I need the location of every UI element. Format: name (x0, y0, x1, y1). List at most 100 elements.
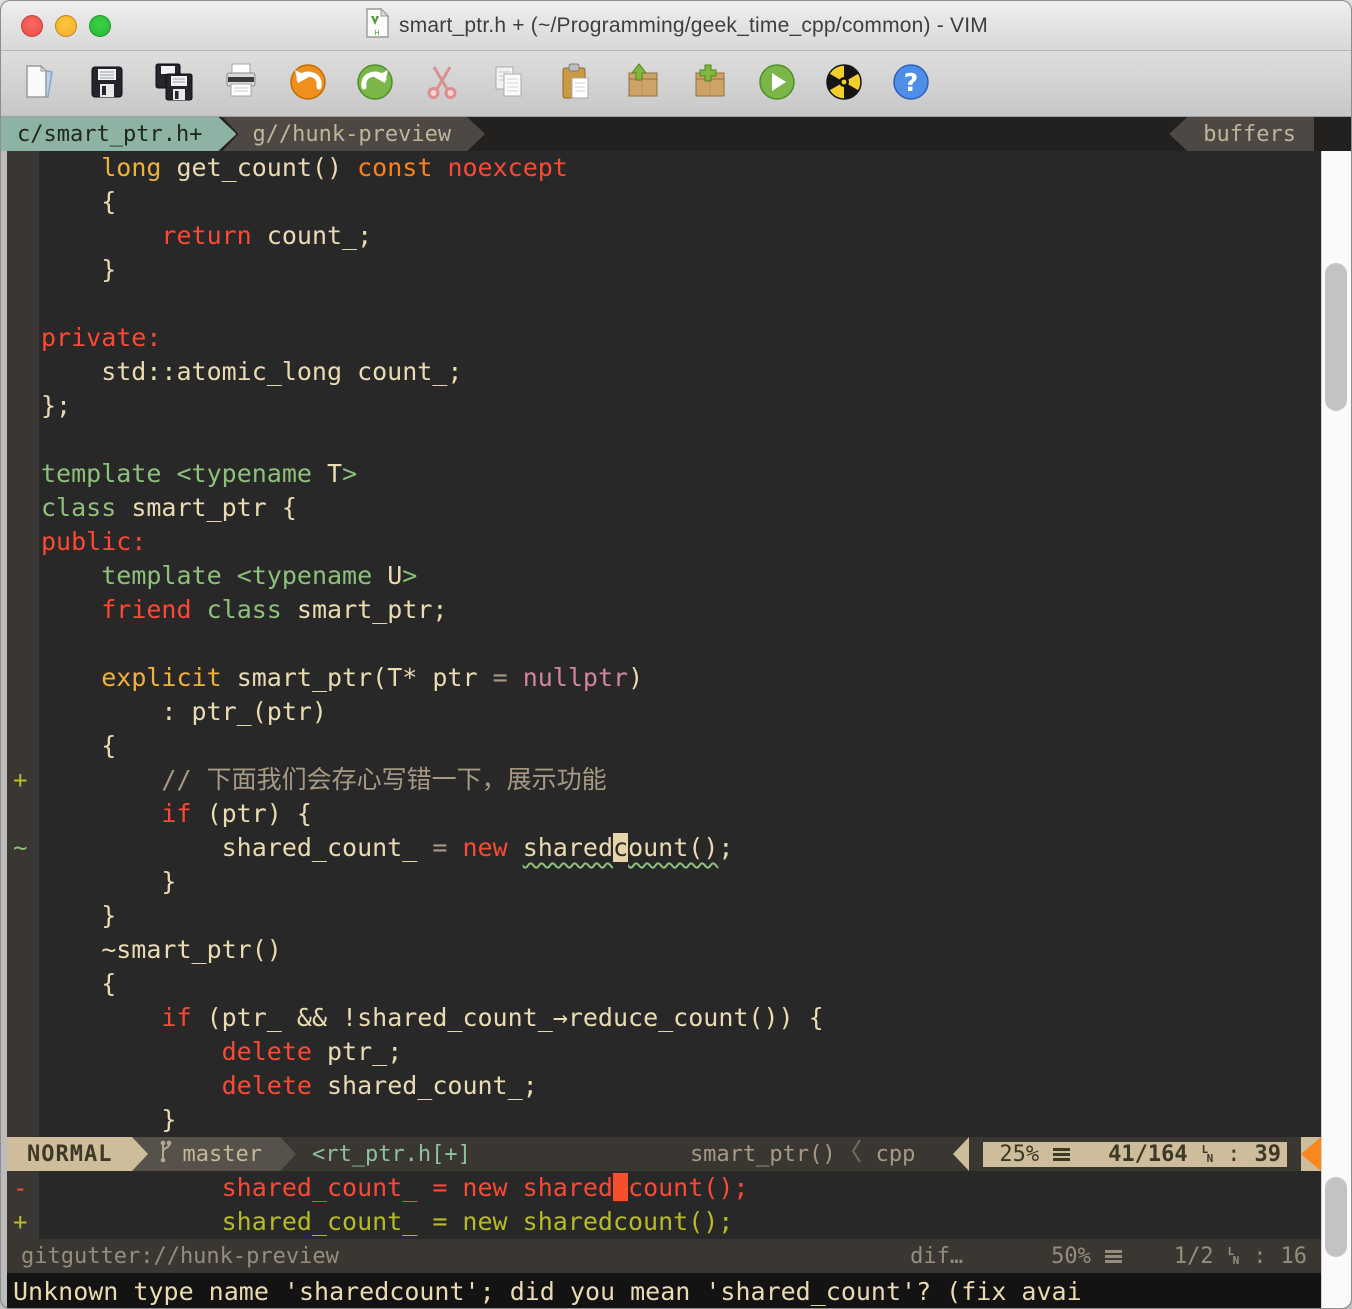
redo-button[interactable] (352, 60, 398, 108)
gutter-sign (7, 151, 39, 185)
column-number: 39 (1255, 1142, 1282, 1167)
code-line: delete shared_count_; (7, 1069, 1321, 1103)
vim-body: long get_count() const noexcept { return… (1, 151, 1351, 1309)
gutter-sign (7, 899, 39, 933)
gutter-sign (7, 219, 39, 253)
paste-button[interactable] (553, 60, 599, 108)
scroll-percent: 25% (999, 1142, 1039, 1167)
gutter-sign (7, 1069, 39, 1103)
message-line: Unknown type name 'sharedcount'; did you… (7, 1273, 1321, 1309)
document-icon: H (364, 8, 390, 43)
gutter-sign (7, 1035, 39, 1069)
preview-filetype: dif… (910, 1244, 963, 1269)
gutter-sign (7, 355, 39, 389)
gutter-sign (7, 627, 39, 661)
scrollbar-thumb[interactable] (1325, 263, 1347, 411)
code-line: return count_; (7, 219, 1321, 253)
code-line: delete ptr_; (7, 1035, 1321, 1069)
save-session-button[interactable] (687, 60, 733, 108)
gutter-sign (7, 389, 39, 423)
powerline-separator (132, 1137, 148, 1171)
buffers-menu-button[interactable]: buffers (1169, 117, 1314, 151)
gutter-sign (7, 797, 39, 831)
code-line: friend class smart_ptr; (7, 593, 1321, 627)
ln-icon (1228, 1247, 1240, 1265)
line-position: 41/164 (1108, 1142, 1187, 1167)
gutter-sign: + (7, 1205, 39, 1239)
titlebar: H smart_ptr.h + (~/Programming/geek_time… (1, 1, 1351, 51)
gutter-sign (7, 729, 39, 763)
svg-text:?: ? (904, 68, 919, 97)
code-line: private: (7, 321, 1321, 355)
scrollbar-track[interactable] (1321, 151, 1351, 1309)
preview-title: gitgutter://hunk-preview (21, 1244, 339, 1269)
copy-icon (487, 60, 531, 107)
code-line (7, 287, 1321, 321)
help-button[interactable]: ? (888, 60, 934, 108)
code-line: class smart_ptr { (7, 491, 1321, 525)
cut-icon (420, 60, 464, 107)
hunk-preview-window[interactable]: - shared_count_ = new shared_count();+ s… (7, 1171, 1321, 1239)
col-separator: : (1227, 1142, 1240, 1167)
build-button[interactable] (821, 60, 867, 108)
copy-button[interactable] (486, 60, 532, 108)
code-line: explicit smart_ptr(T* ptr = nullptr) (7, 661, 1321, 695)
gutter-sign (7, 253, 39, 287)
code-line: - shared_count_ = new shared_count(); (7, 1171, 1321, 1205)
save-button[interactable] (84, 60, 130, 108)
save-all-icon (152, 60, 196, 107)
code-line: template <typename T> (7, 457, 1321, 491)
preview-position: 1/2 (1174, 1244, 1214, 1269)
tab-hunk-preview[interactable]: g//hunk-preview (222, 117, 485, 151)
editor-window[interactable]: long get_count() const noexcept { return… (7, 151, 1321, 1137)
close-button[interactable] (21, 15, 43, 37)
redo-icon (353, 60, 397, 107)
zoom-button[interactable] (89, 15, 111, 37)
code-line: { (7, 967, 1321, 1001)
code-line: if (ptr_ && !shared_count_→reduce_count(… (7, 1001, 1321, 1035)
preview-column: 16 (1281, 1244, 1308, 1269)
gutter-sign (7, 661, 39, 695)
print-button[interactable] (218, 60, 264, 108)
load-session-button[interactable] (620, 60, 666, 108)
code-line: template <typename U> (7, 559, 1321, 593)
cut-button[interactable] (419, 60, 465, 108)
traffic-lights (1, 15, 111, 37)
statusline-filename: <rt_ptr.h[+] (296, 1137, 471, 1171)
minimize-button[interactable] (55, 15, 77, 37)
statusline: NORMAL master <rt_ptr.h[+] smart_ptr() c… (7, 1137, 1321, 1171)
code-line: } (7, 899, 1321, 933)
tab-smart-ptr[interactable]: c/smart_ptr.h+ (1, 117, 236, 151)
diagnostic-message: Unknown type name 'sharedcount'; did you… (13, 1277, 1082, 1306)
gutter-sign (7, 1103, 39, 1137)
gutter-sign (7, 865, 39, 899)
svg-text:H: H (374, 29, 379, 37)
gutter-sign (7, 423, 39, 457)
run-script-icon (755, 60, 799, 107)
run-script-button[interactable] (754, 60, 800, 108)
branch-name: master (182, 1142, 261, 1167)
code-line: + // 下面我们会存心写错一下，展示功能 (7, 763, 1321, 797)
help-icon: ? (889, 60, 933, 107)
scrollbar-thumb[interactable] (1325, 1177, 1347, 1257)
vim-window: H smart_ptr.h + (~/Programming/geek_time… (0, 0, 1352, 1309)
git-branch: master (148, 1137, 279, 1171)
preview-col-separator: : (1253, 1244, 1266, 1269)
code-line (7, 627, 1321, 661)
open-file-button[interactable] (17, 60, 63, 108)
code-line: } (7, 865, 1321, 899)
powerline-separator (280, 1137, 296, 1171)
code-line (7, 423, 1321, 457)
gutter-sign (7, 967, 39, 1001)
menu-icon (1053, 1148, 1070, 1161)
gutter-sign (7, 1001, 39, 1035)
gutter-sign: - (7, 1171, 39, 1205)
gutter-sign (7, 185, 39, 219)
mode-indicator: NORMAL (7, 1137, 132, 1171)
save-all-button[interactable] (151, 60, 197, 108)
gutter-sign: ~ (7, 831, 39, 865)
undo-button[interactable] (285, 60, 331, 108)
code-line: { (7, 185, 1321, 219)
chevron-left-icon (850, 1138, 862, 1170)
branch-icon (158, 1139, 174, 1169)
